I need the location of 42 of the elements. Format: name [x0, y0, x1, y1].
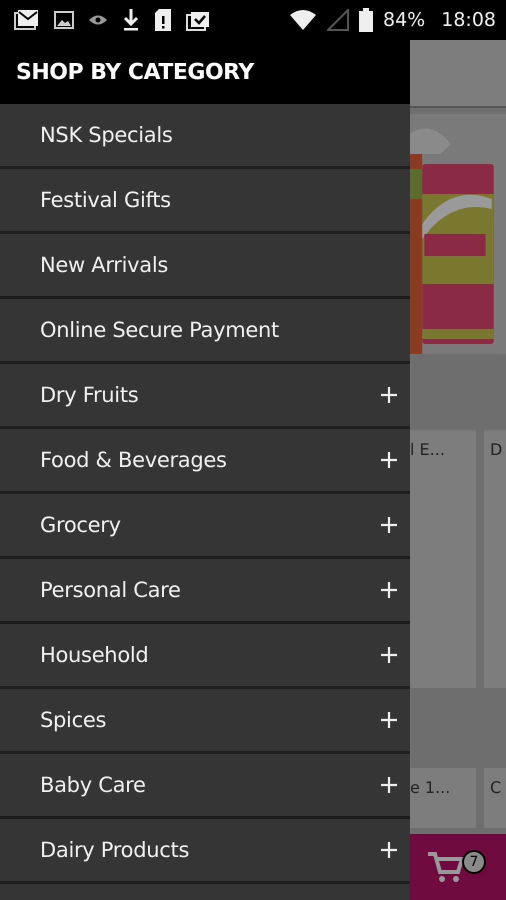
plus-icon[interactable]: [380, 451, 398, 469]
category-item[interactable]: Online Secure Payment: [0, 299, 410, 361]
eye-icon: [88, 14, 108, 26]
plus-icon[interactable]: [380, 581, 398, 599]
plus-icon[interactable]: [380, 646, 398, 664]
product-card[interactable]: D: [484, 430, 506, 688]
drawer-title: SHOP BY CATEGORY: [16, 60, 254, 84]
product-name: e 1...: [410, 778, 450, 797]
battery-icon: [359, 8, 373, 32]
signal-icon: [327, 9, 349, 31]
category-item[interactable]: Grocery: [0, 494, 410, 556]
sd-card-icon: [154, 8, 172, 32]
category-item[interactable]: Food & Beverages: [0, 429, 410, 491]
product-card[interactable]: e 1...: [410, 768, 476, 828]
battery-percentage: 84%: [383, 9, 426, 31]
plus-icon[interactable]: [380, 776, 398, 794]
plus-icon[interactable]: [380, 386, 398, 404]
plus-icon[interactable]: [380, 841, 398, 859]
product-name: l E...: [410, 440, 445, 459]
wifi-icon: [289, 9, 317, 31]
plus-icon[interactable]: [380, 711, 398, 729]
cart-icon[interactable]: [426, 850, 464, 884]
image-icon: [54, 11, 74, 29]
mail-icon: [14, 9, 40, 31]
product-card[interactable]: l E...: [410, 430, 476, 688]
category-item[interactable]: Household: [0, 624, 410, 686]
category-item[interactable]: Dairy Products: [0, 819, 410, 881]
category-item[interactable]: Festival Gifts: [0, 169, 410, 231]
category-item[interactable]: Dry Fruits: [0, 364, 410, 426]
category-item[interactable]: Spices: [0, 689, 410, 751]
product-card[interactable]: C: [484, 768, 506, 828]
clock: 18:08: [441, 9, 496, 31]
download-icon: [122, 8, 140, 32]
product-name: D: [490, 440, 502, 459]
category-item[interactable]: Baby Care: [0, 754, 410, 816]
category-item[interactable]: Personal Care: [0, 559, 410, 621]
clipboard-check-icon: [186, 9, 210, 31]
product-name: C: [490, 778, 502, 797]
plus-icon[interactable]: [380, 516, 398, 534]
category-item[interactable]: New Arrivals: [0, 234, 410, 296]
category-item[interactable]: NSK Specials: [0, 104, 410, 166]
cart-count-badge: 7: [462, 850, 486, 874]
